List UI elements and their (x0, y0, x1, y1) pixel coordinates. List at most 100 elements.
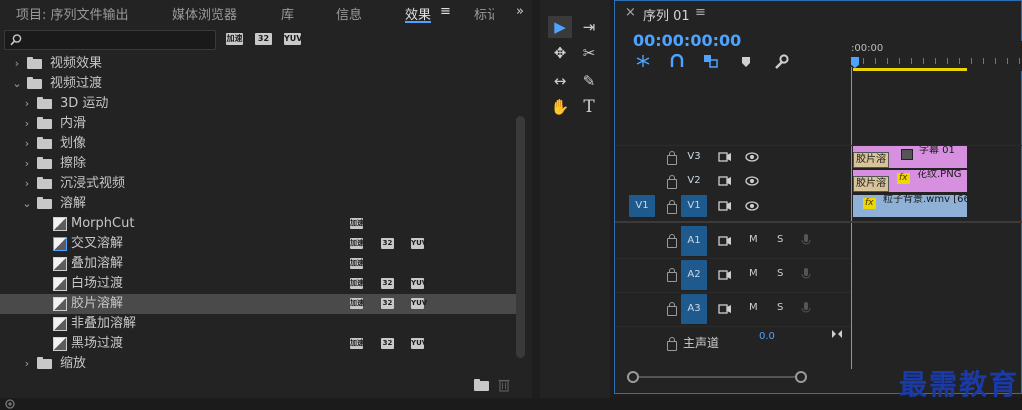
time-ruler[interactable]: :00:00 (851, 41, 1022, 71)
mute-button[interactable]: M (749, 302, 758, 313)
tree-effect-row[interactable]: 叠加溶解 加速 (0, 254, 516, 274)
chevron-right-icon[interactable]: › (22, 174, 32, 194)
mute-button[interactable]: M (749, 268, 758, 279)
hand-tool-icon[interactable]: ✋ (548, 96, 572, 118)
tree-folder-row[interactable]: › 沉浸式视频 (0, 174, 516, 194)
tree-folder-row[interactable]: › 擦除 (0, 154, 516, 174)
chevron-right-icon[interactable]: › (12, 54, 22, 74)
lock-icon[interactable] (667, 175, 677, 189)
tab-libraries[interactable]: 库 (281, 4, 294, 23)
tree-folder-row[interactable]: › 划像 (0, 134, 516, 154)
clip-v1[interactable]: fx 粒子背景.wmv [66 (853, 195, 967, 217)
sequence-tab[interactable]: 序列 01 (643, 5, 690, 24)
lock-icon[interactable] (667, 200, 677, 214)
chevron-down-icon[interactable]: ⌄ (22, 194, 32, 214)
master-volume-value[interactable]: 0.0 (759, 331, 775, 342)
track-v3-label[interactable]: V3 (681, 146, 707, 168)
trash-icon[interactable] (498, 378, 510, 392)
track-select-tool-icon[interactable]: ⇥ (577, 16, 601, 38)
solo-button[interactable]: S (777, 302, 783, 313)
chevron-right-icon[interactable]: › (22, 114, 32, 134)
lock-icon[interactable] (667, 268, 677, 282)
playhead-handle[interactable] (851, 57, 859, 68)
eye-icon[interactable] (745, 201, 759, 211)
microphone-icon[interactable] (801, 267, 811, 281)
panel-overflow-icon[interactable]: » (516, 4, 524, 19)
tree-effect-row[interactable]: MorphCut 加速 (0, 214, 516, 234)
tree-folder-row[interactable]: › 视频效果 (0, 54, 516, 74)
chevron-right-icon[interactable]: › (22, 354, 32, 374)
solo-button[interactable]: S (777, 234, 783, 245)
tab-menu-icon[interactable]: ≡ (440, 4, 451, 19)
mute-button[interactable]: M (749, 234, 758, 245)
linked-selection-icon[interactable] (703, 54, 719, 68)
sync-lock-icon[interactable] (718, 151, 732, 163)
microphone-icon[interactable] (801, 301, 811, 315)
microphone-icon[interactable] (801, 233, 811, 247)
eye-icon[interactable] (745, 176, 759, 186)
tree-folder-row[interactable]: ⌄ 视频过渡 (0, 74, 516, 94)
eye-icon[interactable] (745, 152, 759, 162)
chevron-right-icon[interactable]: › (22, 94, 32, 114)
filter-accelerated-button[interactable]: 加速 (226, 33, 243, 45)
source-patch-v1[interactable]: V1 (629, 195, 655, 217)
snap-icon[interactable] (670, 54, 684, 68)
chevron-right-icon[interactable]: › (22, 154, 32, 174)
sync-lock-icon[interactable] (718, 303, 732, 315)
track-a3-label[interactable]: A3 (681, 294, 707, 324)
tab-markers[interactable]: 标记 (474, 4, 494, 23)
lock-icon[interactable] (667, 302, 677, 316)
tree-effect-row[interactable]: 胶片溶解 加速 32 YUV (0, 294, 516, 314)
sync-lock-icon[interactable] (718, 200, 732, 212)
lock-icon[interactable] (667, 151, 677, 165)
zoom-scroll-track[interactable] (631, 376, 803, 378)
tab-media-browser[interactable]: 媒体浏览器 (172, 4, 237, 23)
lock-icon[interactable] (667, 234, 677, 248)
sync-lock-icon[interactable] (718, 269, 732, 281)
pen-tool-icon[interactable]: ✎ (577, 70, 601, 92)
effects-scrollbar-thumb[interactable] (516, 116, 525, 358)
sync-lock-icon[interactable] (718, 235, 732, 247)
video-audio-divider[interactable] (615, 221, 1022, 223)
nest-sequence-icon[interactable] (635, 54, 651, 68)
tree-folder-row[interactable]: ⌄ 溶解 (0, 194, 516, 214)
timecode-display[interactable]: 00:00:00:00 (633, 31, 741, 50)
track-a2-label[interactable]: A2 (681, 260, 707, 290)
search-field[interactable] (25, 32, 209, 46)
work-area-bar[interactable] (853, 68, 967, 71)
filter-yuv-button[interactable]: YUV (284, 33, 302, 45)
tree-effect-row[interactable]: 黑场过渡 加速 32 YUV (0, 334, 516, 354)
chevron-down-icon[interactable]: ⌄ (12, 74, 22, 94)
track-v1-label[interactable]: V1 (681, 195, 707, 217)
chevron-right-icon[interactable]: › (22, 134, 32, 154)
sequence-menu-icon[interactable]: ≡ (695, 5, 706, 20)
zoom-scroll-right-handle[interactable] (795, 371, 807, 383)
tree-effect-row[interactable]: 交叉溶解 加速 32 YUV (0, 234, 516, 254)
filter-32bit-button[interactable]: 32 (255, 33, 272, 45)
search-input[interactable] (4, 30, 216, 50)
type-tool-icon[interactable]: T (577, 96, 601, 118)
tab-project[interactable]: 项目: 序列文件输出 (16, 4, 129, 23)
solo-button[interactable]: S (777, 268, 783, 279)
razor-tool-icon[interactable]: ✂ (577, 42, 601, 64)
add-marker-icon[interactable] (741, 56, 751, 68)
go-to-end-icon[interactable] (831, 329, 843, 339)
close-icon[interactable]: × (625, 5, 636, 20)
selection-tool-icon[interactable]: ▶ (548, 16, 572, 38)
transition-label[interactable]: 胶片溶 (853, 176, 889, 192)
tree-effect-row[interactable]: 白场过渡 加速 32 YUV (0, 274, 516, 294)
track-a1-label[interactable]: A1 (681, 226, 707, 256)
tree-folder-row[interactable]: › 3D 运动 (0, 94, 516, 114)
ripple-edit-tool-icon[interactable]: ✥ (548, 42, 572, 64)
zoom-scroll-left-handle[interactable] (627, 371, 639, 383)
transition-label[interactable]: 胶片溶 (853, 152, 889, 168)
tree-folder-row[interactable]: › 缩放 (0, 354, 516, 374)
sync-lock-icon[interactable] (718, 175, 732, 187)
lock-icon[interactable] (667, 337, 677, 351)
clip-v3[interactable]: 胶片溶 字幕 01 (853, 146, 967, 168)
slip-tool-icon[interactable]: ↔ (548, 70, 572, 92)
tree-effect-row[interactable]: 非叠加溶解 (0, 314, 516, 334)
track-v2-label[interactable]: V2 (681, 170, 707, 192)
new-bin-icon[interactable] (474, 379, 489, 391)
clip-v2[interactable]: 胶片溶 fx 花纹.PNG (853, 170, 967, 192)
